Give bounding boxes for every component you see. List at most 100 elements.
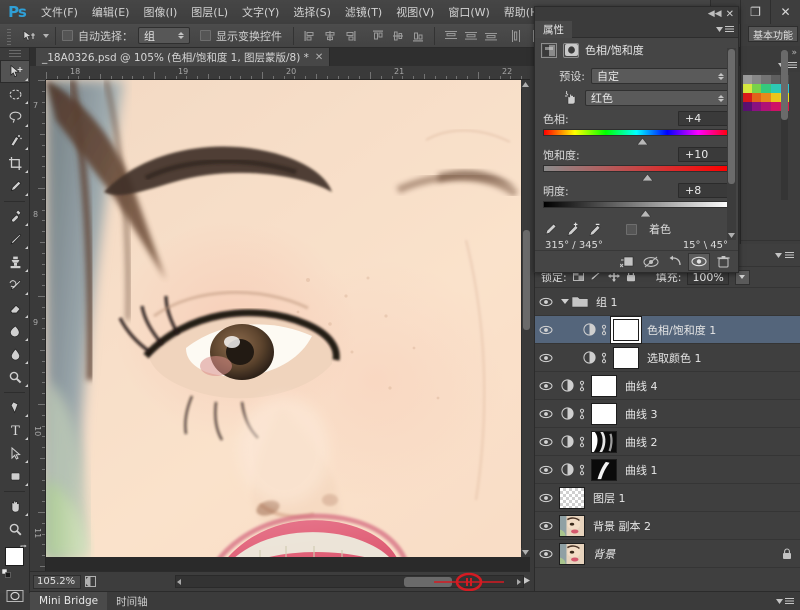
layer-thumbnail[interactable] bbox=[591, 375, 617, 397]
layer-visibility-toggle[interactable] bbox=[535, 484, 557, 512]
align-bottom-edges-icon[interactable] bbox=[408, 26, 428, 46]
toolbox-grip[interactable] bbox=[0, 48, 29, 60]
swatches-scrollbar[interactable] bbox=[781, 50, 788, 200]
auto-select-scope-dropdown[interactable]: 组 bbox=[138, 27, 190, 44]
align-horizontal-centers-icon[interactable] bbox=[320, 26, 340, 46]
swatch-cell[interactable] bbox=[752, 75, 761, 84]
image-canvas[interactable] bbox=[46, 80, 521, 557]
swatch-cell[interactable] bbox=[743, 93, 752, 102]
tab-mini-bridge[interactable]: Mini Bridge bbox=[30, 592, 107, 610]
tab-timeline[interactable]: 时间轴 bbox=[107, 592, 157, 610]
layer-row[interactable]: 背景 副本 2 bbox=[535, 512, 800, 540]
proof-colors-icon[interactable] bbox=[84, 575, 97, 588]
layer-visibility-toggle[interactable] bbox=[535, 372, 557, 400]
preset-dropdown[interactable]: 自定 bbox=[591, 68, 730, 84]
swatches-scroll-thumb[interactable] bbox=[781, 50, 788, 120]
clone-stamp-tool[interactable] bbox=[0, 251, 30, 274]
lightness-slider-thumb[interactable] bbox=[640, 207, 651, 214]
view-previous-state-button[interactable] bbox=[640, 253, 662, 271]
toggle-layer-visibility-button[interactable] bbox=[688, 253, 710, 271]
layer-row[interactable]: 曲线 1 bbox=[535, 456, 800, 484]
layer-thumbnail[interactable] bbox=[591, 403, 617, 425]
scroll-up-icon[interactable] bbox=[521, 80, 530, 89]
gradient-tool[interactable] bbox=[0, 320, 30, 343]
swatch-cell[interactable] bbox=[771, 84, 780, 93]
swatch-cell[interactable] bbox=[761, 84, 770, 93]
layer-row[interactable]: 色相/饱和度 1 bbox=[535, 316, 800, 344]
swatch-cell[interactable] bbox=[761, 102, 770, 111]
panel-menu-icon[interactable] bbox=[788, 62, 797, 69]
distribute-bottom-edges-icon[interactable] bbox=[481, 26, 501, 46]
swatch-cell[interactable] bbox=[752, 84, 761, 93]
delete-adjustment-layer-button[interactable] bbox=[712, 253, 734, 271]
menu-filter[interactable]: 滤镜(T) bbox=[338, 1, 389, 23]
layer-visibility-toggle[interactable] bbox=[535, 512, 557, 540]
panel-menu-icon[interactable] bbox=[725, 26, 734, 33]
tab-properties[interactable]: 属性 bbox=[535, 21, 572, 38]
swatch-cell[interactable] bbox=[752, 93, 761, 102]
layer-visibility-toggle[interactable] bbox=[535, 428, 557, 456]
workspace-switcher[interactable]: 基本功能 bbox=[748, 26, 798, 42]
layer-thumbnail[interactable] bbox=[613, 319, 639, 341]
lightness-slider[interactable] bbox=[543, 200, 730, 213]
layer-row[interactable]: 曲线 2 bbox=[535, 428, 800, 456]
layer-visibility-toggle[interactable] bbox=[535, 540, 557, 568]
align-right-edges-icon[interactable] bbox=[340, 26, 360, 46]
elliptical-marquee-tool[interactable] bbox=[0, 83, 30, 106]
menu-window[interactable]: 窗口(W) bbox=[441, 1, 496, 23]
hue-slider-thumb[interactable] bbox=[637, 135, 648, 142]
layer-row[interactable]: 背景 bbox=[535, 540, 800, 568]
pen-tool[interactable] bbox=[0, 396, 30, 419]
eyedropper-tool[interactable] bbox=[0, 175, 30, 198]
layer-mask-link-icon[interactable] bbox=[576, 407, 587, 421]
layer-thumbnail[interactable] bbox=[591, 431, 617, 453]
brush-tool[interactable] bbox=[0, 228, 30, 251]
properties-scrollbar[interactable] bbox=[727, 48, 736, 240]
swatch-cell[interactable] bbox=[771, 102, 780, 111]
foreground-color-swatch[interactable] bbox=[5, 547, 24, 566]
swatch-cell[interactable] bbox=[743, 84, 752, 93]
scroll-left-icon[interactable] bbox=[176, 578, 181, 586]
scroll-down-icon[interactable] bbox=[521, 548, 530, 557]
saturation-slider-thumb[interactable] bbox=[642, 171, 653, 178]
reset-colors-icon[interactable] bbox=[2, 568, 11, 577]
reset-adjustment-button[interactable] bbox=[664, 253, 686, 271]
history-brush-tool[interactable] bbox=[0, 274, 30, 297]
lasso-tool[interactable] bbox=[0, 106, 30, 129]
layer-thumbnail[interactable] bbox=[559, 543, 585, 565]
align-left-edges-icon[interactable] bbox=[300, 26, 320, 46]
expand-panels-icon[interactable]: » bbox=[791, 48, 797, 58]
scroll-right-icon[interactable] bbox=[516, 578, 521, 586]
layer-thumbnail[interactable] bbox=[559, 515, 585, 537]
swatch-cell[interactable] bbox=[761, 93, 770, 102]
crop-tool[interactable] bbox=[0, 152, 30, 175]
eyedropper-sample-icon[interactable] bbox=[543, 222, 558, 237]
properties-panel-titlebar[interactable]: ◀◀ ✕ bbox=[535, 7, 738, 21]
layer-thumbnail[interactable] bbox=[559, 487, 585, 509]
dodge-tool[interactable] bbox=[0, 366, 30, 389]
edit-in-quick-mask-mode[interactable] bbox=[0, 584, 30, 607]
swatch-cell[interactable] bbox=[743, 102, 752, 111]
layer-visibility-toggle[interactable] bbox=[535, 288, 557, 316]
horizontal-type-tool[interactable]: T bbox=[0, 419, 30, 442]
move-tool[interactable] bbox=[0, 60, 30, 83]
align-vertical-centers-icon[interactable] bbox=[388, 26, 408, 46]
distribute-left-edges-icon[interactable] bbox=[507, 26, 527, 46]
menu-view[interactable]: 视图(V) bbox=[389, 1, 441, 23]
quick-selection-tool[interactable] bbox=[0, 129, 30, 152]
colorize-checkbox[interactable] bbox=[626, 224, 637, 235]
layer-thumbnail[interactable] bbox=[591, 459, 617, 481]
saturation-slider[interactable] bbox=[543, 164, 730, 177]
options-bar-grip[interactable] bbox=[4, 26, 14, 46]
on-image-adjust-icon[interactable] bbox=[543, 91, 585, 105]
panel-menu-icon[interactable] bbox=[785, 252, 794, 259]
layer-thumbnail[interactable] bbox=[613, 347, 639, 369]
layer-mask-link-icon[interactable] bbox=[598, 323, 609, 337]
layer-mask-link-icon[interactable] bbox=[576, 379, 587, 393]
restore-button[interactable]: ❐ bbox=[740, 0, 770, 24]
properties-panel-menu[interactable] bbox=[716, 26, 734, 33]
eyedropper-add-icon[interactable] bbox=[565, 222, 580, 237]
panel-menu-icon[interactable] bbox=[785, 598, 794, 605]
path-selection-tool[interactable] bbox=[0, 442, 30, 465]
swatch-cell[interactable] bbox=[752, 102, 761, 111]
